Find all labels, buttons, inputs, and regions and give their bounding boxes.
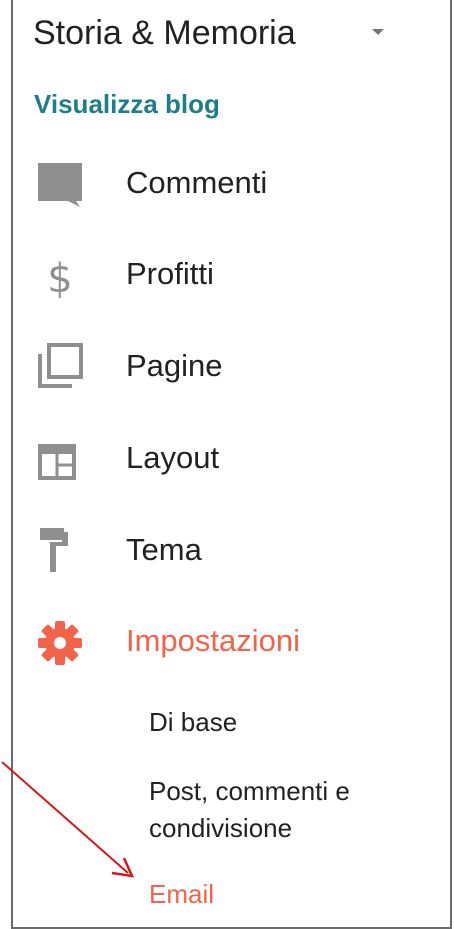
annotation-arrow bbox=[1, 761, 135, 878]
